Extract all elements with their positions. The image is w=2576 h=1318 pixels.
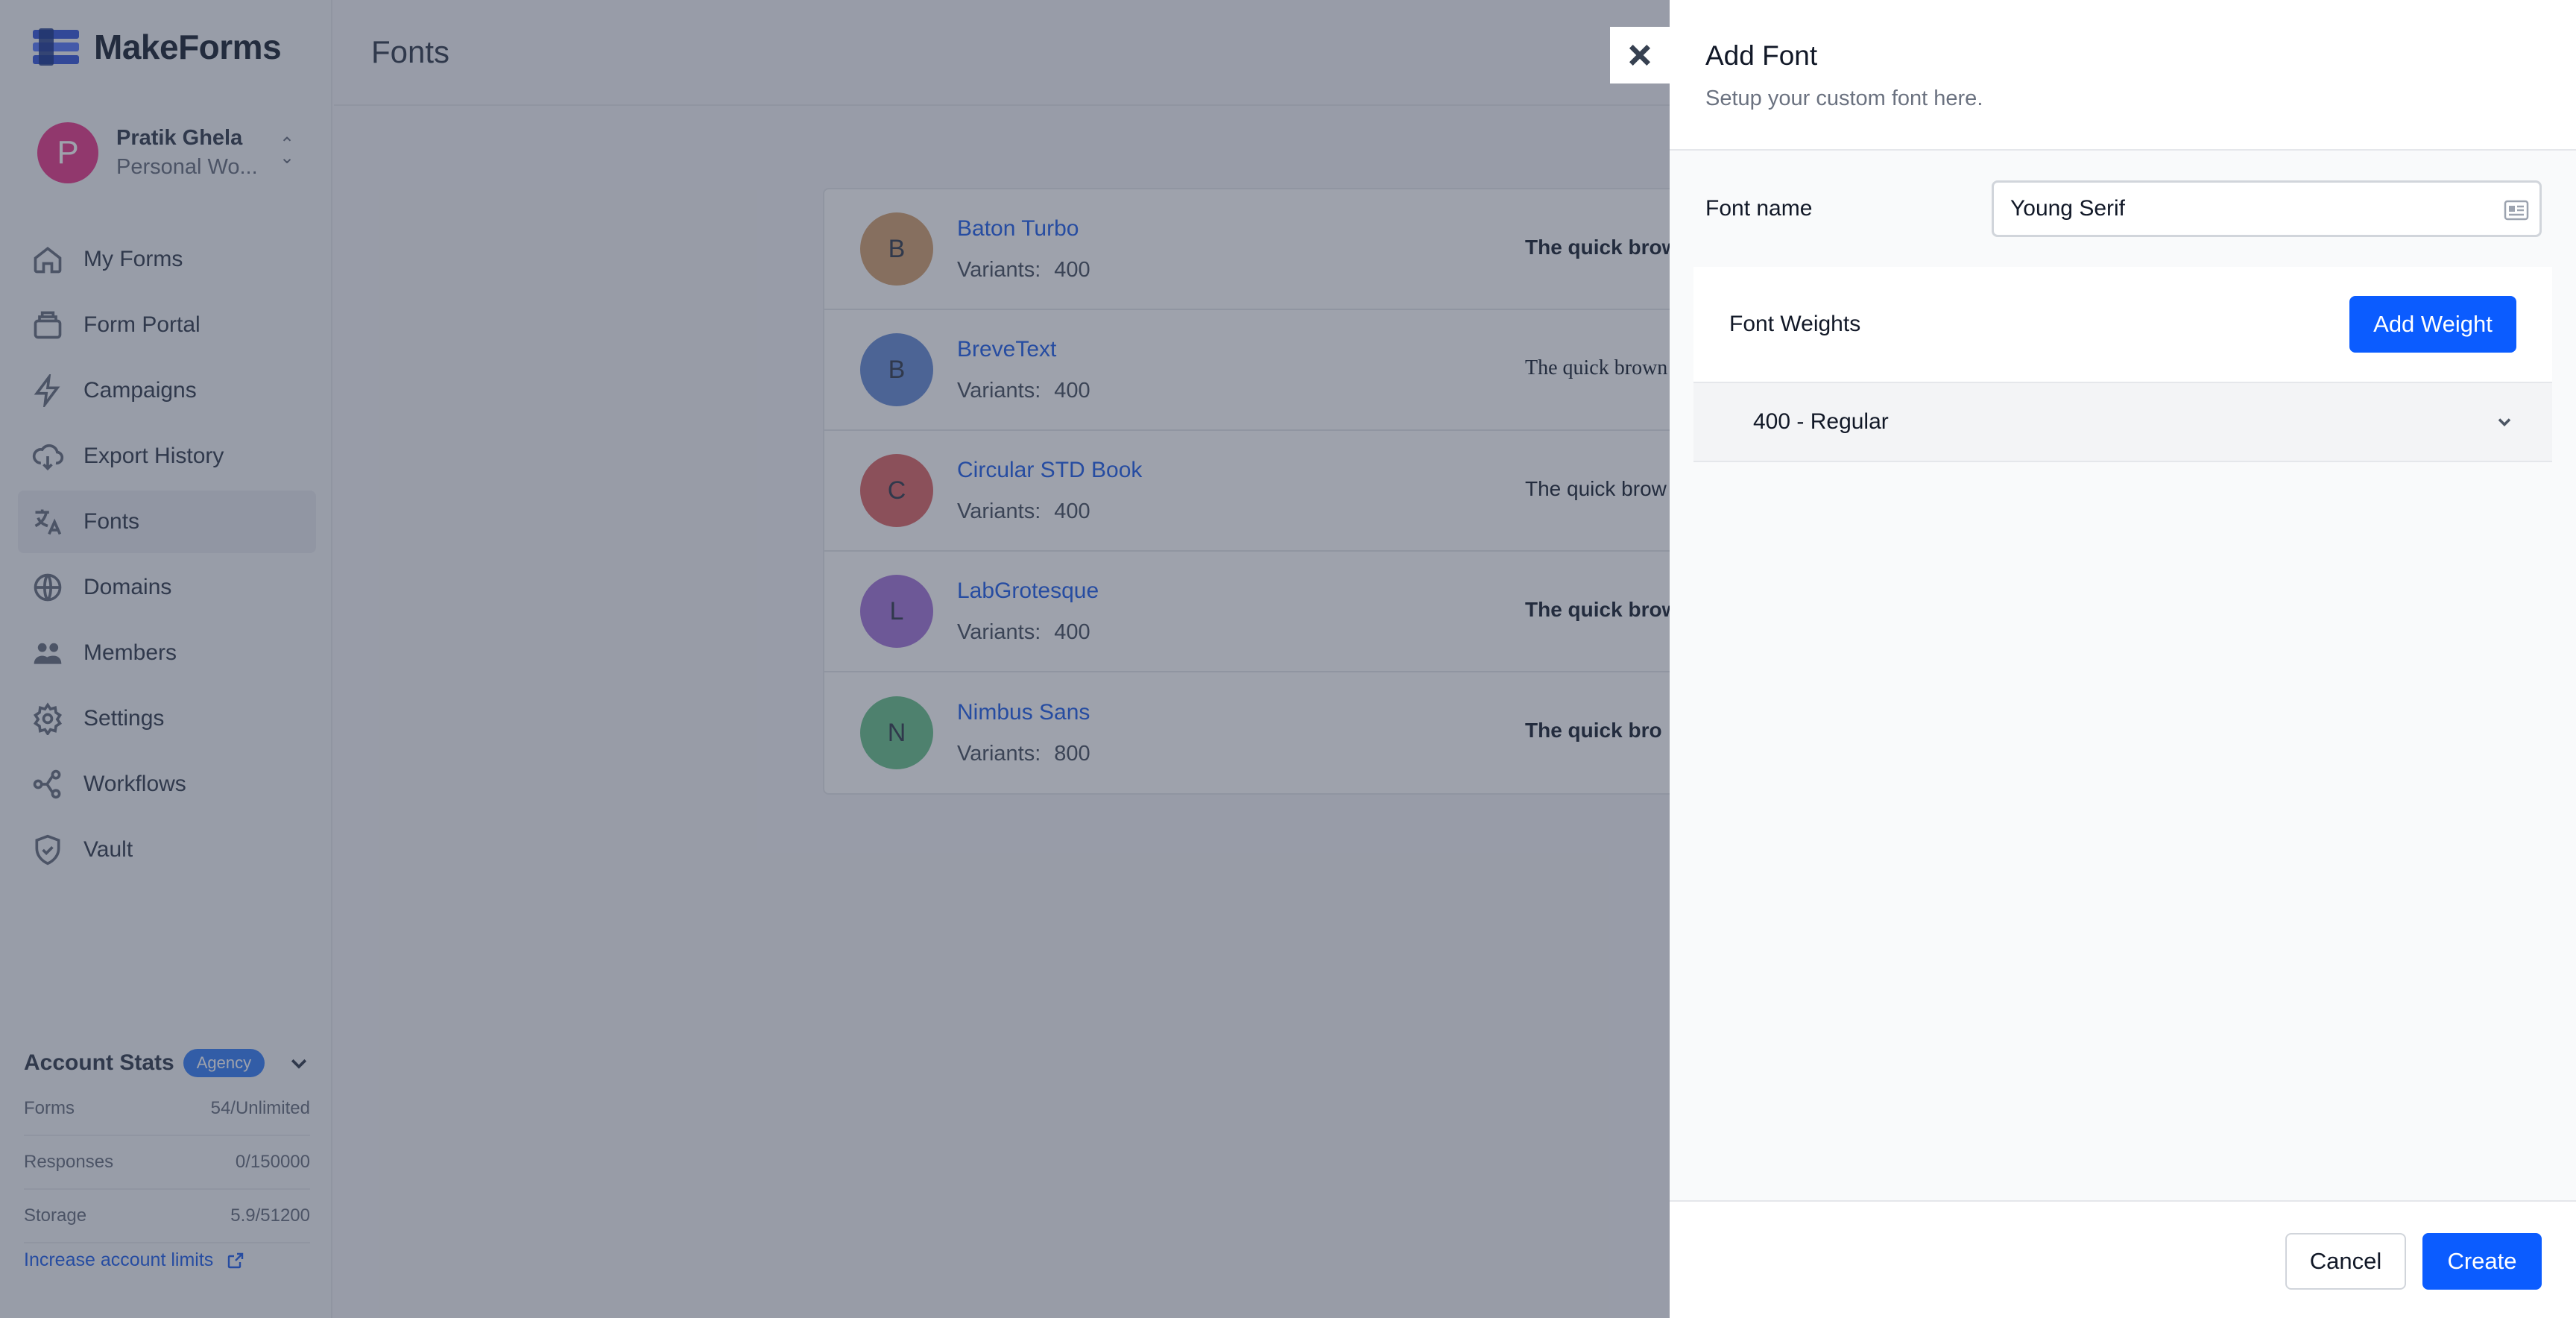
- cancel-button[interactable]: Cancel: [2285, 1233, 2406, 1290]
- font-weights-header: Font Weights Add Weight: [1693, 267, 2552, 383]
- close-drawer-button[interactable]: [1610, 27, 1670, 83]
- weight-label: 400 - Regular: [1753, 409, 1889, 434]
- font-name-input[interactable]: [1994, 183, 2539, 235]
- drawer-footer: Cancel Create: [1670, 1200, 2576, 1318]
- font-weights-title: Font Weights: [1729, 312, 1861, 336]
- drawer-subtitle: Setup your custom font here.: [1705, 86, 1983, 110]
- font-name-label: Font name: [1705, 196, 1813, 221]
- id-card-icon: [2504, 200, 2529, 221]
- weight-accordion-item[interactable]: 400 - Regular: [1693, 383, 2552, 462]
- font-name-field-row: Font name: [1705, 180, 2558, 237]
- drawer-header: Add Font Setup your custom font here.: [1670, 0, 2576, 151]
- add-font-drawer: Add Font Setup your custom font here. Fo…: [1670, 0, 2576, 1318]
- drawer-title: Add Font: [1705, 40, 1818, 71]
- font-name-field: [1992, 180, 2542, 237]
- add-weight-button[interactable]: Add Weight: [2349, 296, 2516, 353]
- modal-backdrop[interactable]: [0, 0, 1670, 1318]
- close-icon: [1629, 44, 1651, 66]
- font-weights-panel: Font Weights Add Weight 400 - Regular: [1693, 267, 2552, 462]
- create-button[interactable]: Create: [2422, 1233, 2542, 1290]
- chevron-down-icon: [2498, 418, 2511, 426]
